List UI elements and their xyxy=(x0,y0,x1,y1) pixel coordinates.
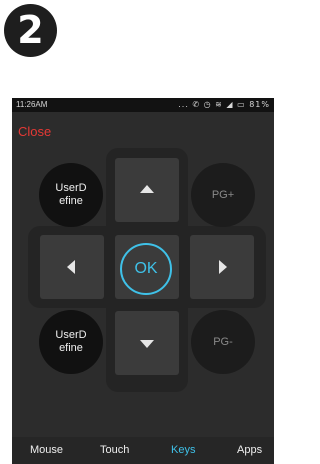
step-number-badge: 2 xyxy=(4,4,57,57)
up-key[interactable] xyxy=(115,158,179,222)
arrow-down-icon xyxy=(140,340,154,348)
user-define-top-button[interactable]: UserD efine xyxy=(39,163,103,227)
ok-button[interactable]: OK xyxy=(120,243,172,295)
tab-mouse[interactable]: Mouse xyxy=(30,437,63,464)
arrow-up-icon xyxy=(140,185,154,193)
user-define-top-label: UserD efine xyxy=(55,182,87,207)
left-key[interactable] xyxy=(40,235,104,299)
down-key[interactable] xyxy=(115,311,179,375)
page-down-button[interactable]: PG- xyxy=(191,310,255,374)
phone-screen: 11:26AM ... ✆ ◷ ≋ ◢ ▭ 81% Close OK UserD… xyxy=(12,98,274,464)
close-button[interactable]: Close xyxy=(18,124,51,139)
tab-keys[interactable]: Keys xyxy=(171,437,195,464)
page-up-label: PG+ xyxy=(211,188,235,201)
user-define-bottom-button[interactable]: UserD efine xyxy=(39,310,103,374)
page-down-label: PG- xyxy=(213,335,233,348)
page-up-button[interactable]: PG+ xyxy=(191,163,255,227)
arrow-right-icon xyxy=(219,260,227,274)
status-icons: ... ✆ ◷ ≋ ◢ ▭ 81% xyxy=(178,100,270,109)
tab-apps[interactable]: Apps xyxy=(237,437,262,464)
right-key[interactable] xyxy=(190,235,254,299)
arrow-left-icon xyxy=(67,260,75,274)
user-define-bottom-label: UserD efine xyxy=(55,329,87,354)
tab-touch[interactable]: Touch xyxy=(100,437,129,464)
bottom-tab-bar: Mouse Touch Keys Apps xyxy=(12,437,274,464)
status-bar: 11:26AM ... ✆ ◷ ≋ ◢ ▭ 81% xyxy=(12,98,274,112)
status-time: 11:26AM xyxy=(16,100,48,109)
